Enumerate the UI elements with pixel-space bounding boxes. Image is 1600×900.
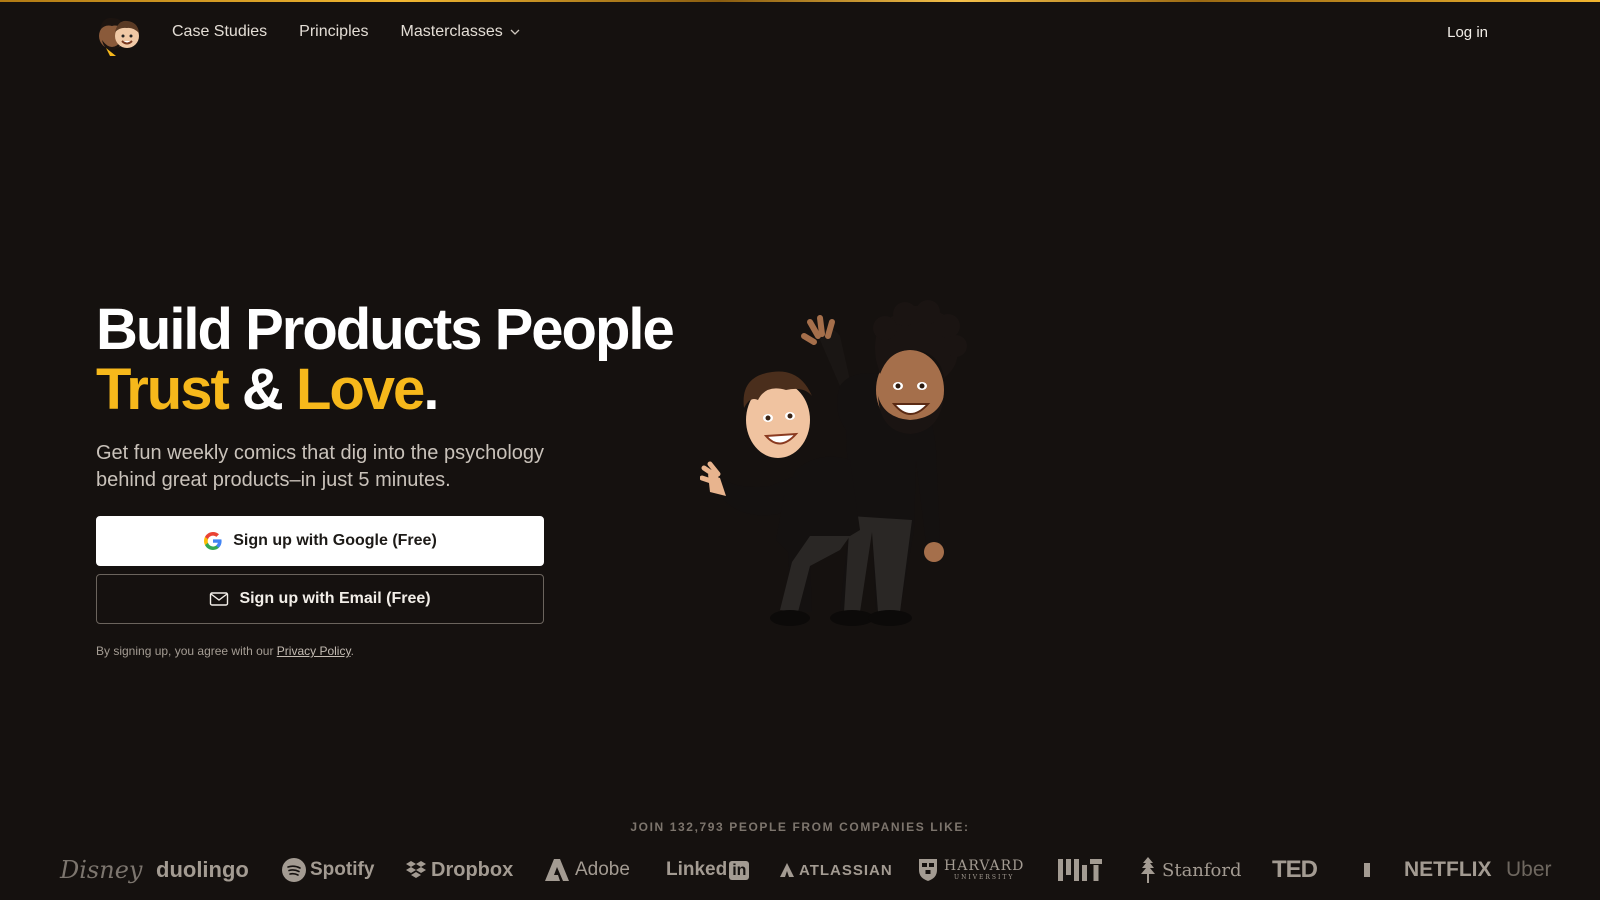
atlassian-logo: ATLASSIAN: [780, 850, 893, 890]
netflix-logo: NETFLIX: [1404, 850, 1492, 890]
google-icon: [204, 532, 222, 550]
site-logo[interactable]: [96, 12, 142, 56]
spotify-logo: Spotify: [282, 850, 374, 890]
harvard-logo-wordmark: HARVARD UNIVERSITY: [944, 859, 1024, 881]
two-avatar-faces-logo-icon: [99, 17, 139, 56]
netflix-logo-text: NETFLIX: [1404, 858, 1492, 881]
disney-logo: Disney: [60, 850, 142, 890]
hero-title-dot: .: [423, 357, 439, 422]
hero-title-love: Love: [295, 357, 425, 422]
chevron-down-icon: [510, 29, 520, 35]
harvard-shield-icon: [919, 859, 937, 881]
linkedin-logo: Linked in: [666, 850, 750, 890]
email-signup-button[interactable]: Sign up with Email (Free): [96, 574, 544, 624]
uber-logo-text: Uber: [1506, 858, 1552, 881]
hero-subtitle: Get fun weekly comics that dig into the …: [96, 442, 545, 491]
privacy-policy-link[interactable]: Privacy Policy: [277, 644, 351, 658]
partial-logo-icon: [1364, 863, 1370, 877]
google-signup-label: Sign up with Google (Free): [233, 532, 437, 549]
atlassian-logo-text: ATLASSIAN: [799, 861, 893, 879]
hero-illustration: [699, 300, 990, 635]
stanford-logo: Stanford: [1140, 850, 1242, 890]
envelope-icon: [210, 592, 229, 606]
adobe-logo-text: Adobe: [575, 859, 630, 880]
terms-notice: By signing up, you agree with our Privac…: [96, 644, 716, 658]
hero-section: Build Products People Trust & Love. Get …: [96, 300, 716, 658]
email-signup-label: Sign up with Email (Free): [239, 590, 431, 607]
nav-principles[interactable]: Principles: [299, 23, 368, 41]
stanford-logo-text: Stanford: [1162, 859, 1242, 881]
linkedin-logo-box: in: [729, 860, 750, 880]
nav-case-studies[interactable]: Case Studies: [172, 23, 267, 41]
stanford-tree-icon: [1141, 857, 1155, 883]
adobe-icon: [545, 859, 569, 881]
harvard-logo-subtext: UNIVERSITY: [954, 874, 1015, 881]
dropbox-logo: Dropbox: [405, 850, 513, 890]
uber-logo: Uber: [1506, 850, 1552, 890]
harvard-logo: HARVARD UNIVERSITY: [918, 850, 1024, 890]
hero-title: Build Products People Trust & Love.: [96, 300, 716, 420]
login-link[interactable]: Log in: [1447, 2, 1488, 62]
dropbox-logo-text: Dropbox: [431, 858, 514, 881]
companies-heading: JOIN 132,793 PEOPLE FROM COMPANIES LIKE:: [630, 820, 970, 834]
hero-title-line1: Build Products People: [96, 297, 675, 362]
duolingo-logo: duolingo: [156, 850, 249, 890]
harvard-logo-text: HARVARD: [944, 858, 1025, 874]
atlassian-icon: [780, 863, 794, 877]
spotify-icon: [282, 858, 306, 882]
main-nav: Case Studies Principles Masterclasses: [172, 2, 521, 62]
google-signup-button[interactable]: Sign up with Google (Free): [96, 516, 544, 566]
hero-title-amp: &: [227, 357, 296, 422]
linkedin-logo-text: Linked: [666, 859, 728, 880]
mit-logo: [1058, 850, 1102, 890]
terms-prefix: By signing up, you agree with our: [96, 644, 277, 658]
hero-title-trust: Trust: [96, 357, 230, 422]
ted-logo-text: TED: [1272, 856, 1318, 883]
two-avatars-waving-illustration-icon: [699, 300, 967, 626]
spotify-logo-text: Spotify: [310, 859, 375, 880]
nav-masterclasses[interactable]: Masterclasses: [401, 23, 521, 41]
dropbox-icon: [406, 861, 426, 878]
mit-logo-icon: [1058, 859, 1102, 881]
duolingo-logo-text: duolingo: [156, 857, 249, 882]
terms-suffix: .: [350, 644, 354, 658]
ted-logo: TED: [1272, 850, 1318, 890]
disney-logo-text: Disney: [60, 856, 143, 884]
adobe-logo: Adobe: [545, 850, 630, 890]
company-logo-strip: Disney duolingo Spotify Dropbox Adobe Li…: [0, 850, 1600, 890]
partial-logo: [1364, 850, 1372, 890]
site-header: Case Studies Principles Masterclasses Lo…: [0, 2, 1600, 62]
nav-masterclasses-label: Masterclasses: [400, 23, 503, 40]
